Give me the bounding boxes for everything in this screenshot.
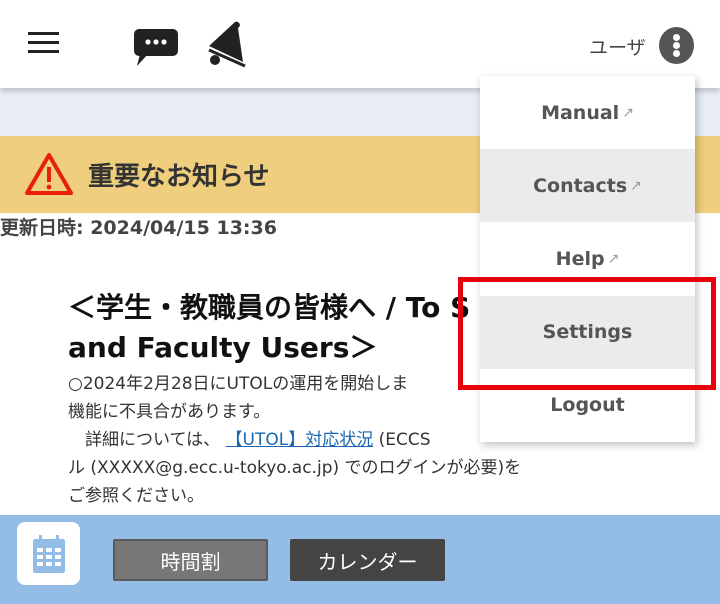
- menu-label: Manual: [541, 101, 620, 124]
- chat-icon[interactable]: [134, 29, 178, 67]
- external-link-icon: ↗: [630, 177, 642, 194]
- menu-label: Help: [555, 247, 605, 270]
- app-header: ユーザ: [0, 0, 720, 88]
- hamburger-menu-icon[interactable]: [28, 32, 59, 54]
- bottom-bar: 時間割 カレンダー: [0, 515, 720, 604]
- menu-item-contacts[interactable]: Contacts ↗: [480, 149, 695, 223]
- menu-label: Contacts: [533, 174, 628, 197]
- utol-status-link[interactable]: 【UTOL】対応状況: [226, 430, 374, 450]
- user-name[interactable]: ユーザ: [589, 33, 646, 60]
- settings-highlight-box: [458, 277, 716, 390]
- body-text: 詳細については、: [68, 430, 221, 450]
- menu-label: Logout: [550, 394, 625, 417]
- body-line: ル (XXXXX@g.ecc.u-tokyo.ac.jp) でのログインが必要)…: [68, 458, 522, 478]
- calendar-button[interactable]: カレンダー: [290, 539, 445, 581]
- external-link-icon: ↗: [607, 250, 620, 267]
- body-text: (ECCS: [373, 430, 431, 450]
- body-line: ご参照ください。: [68, 486, 204, 506]
- banner-title: 重要なお知らせ: [88, 162, 270, 192]
- external-link-icon: ↗: [622, 104, 634, 121]
- calendar-icon: [32, 534, 65, 573]
- warning-icon: [25, 153, 73, 195]
- notification-bell-icon[interactable]: [205, 20, 253, 68]
- timetable-button[interactable]: 時間割: [113, 539, 268, 581]
- calendar-shortcut[interactable]: [17, 522, 80, 585]
- menu-item-manual[interactable]: Manual ↗: [480, 76, 695, 149]
- updated-timestamp: 更新日時: 2024/04/15 13:36: [0, 217, 277, 239]
- more-options-icon[interactable]: [659, 27, 694, 64]
